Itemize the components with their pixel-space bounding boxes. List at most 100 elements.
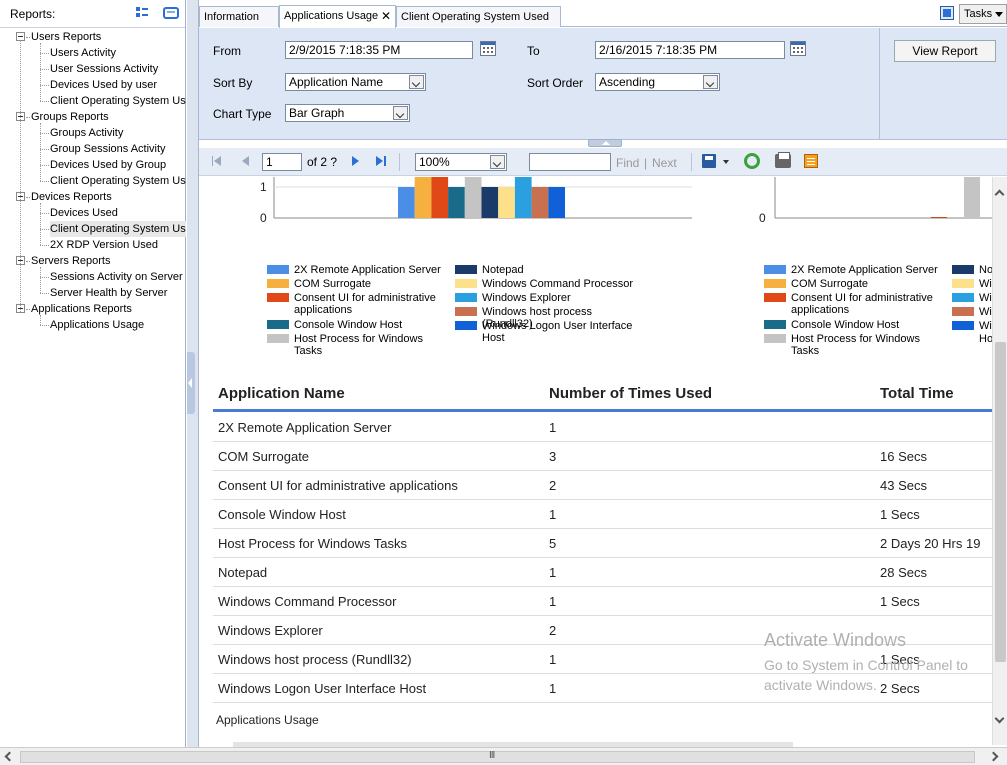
zoom-select[interactable]: 100% bbox=[415, 153, 507, 171]
activate-windows-watermark: Activate Windows Go to System in Control… bbox=[764, 630, 968, 695]
legend-swatch bbox=[455, 279, 477, 288]
find-separator: | bbox=[644, 156, 648, 170]
tree-item[interactable]: Group Sessions Activity bbox=[50, 141, 186, 157]
table-row[interactable]: Host Process for Windows Tasks 5 2 Days 20… bbox=[213, 529, 992, 558]
legend-label: Wi bbox=[979, 306, 992, 318]
table-row[interactable]: Notepad 1 28 Secs bbox=[213, 558, 992, 587]
legend-entry: Host Process for Windows Tasks bbox=[764, 333, 944, 357]
tree-item[interactable]: 2X RDP Version Used bbox=[50, 237, 186, 253]
scroll-right-icon[interactable] bbox=[988, 751, 999, 762]
tab-information[interactable]: Information bbox=[199, 6, 279, 27]
to-date-input[interactable]: 2/16/2015 7:18:35 PM bbox=[595, 41, 785, 59]
y-tick-label: 1 bbox=[260, 180, 267, 194]
chart-type-label: Chart Type bbox=[213, 107, 272, 121]
tree-group[interactable]: Devices Reports bbox=[31, 189, 112, 205]
chevron-down-icon[interactable] bbox=[490, 155, 505, 169]
next-page-icon[interactable] bbox=[350, 155, 362, 167]
tasks-button[interactable]: Tasks bbox=[959, 4, 1007, 24]
first-page-icon[interactable] bbox=[212, 155, 224, 167]
scroll-down-icon[interactable] bbox=[994, 713, 1005, 724]
tree-item[interactable]: Client Operating System Usage bbox=[50, 93, 186, 109]
previous-page-icon[interactable] bbox=[240, 155, 252, 167]
scroll-thumb[interactable] bbox=[995, 342, 1006, 662]
table-row[interactable]: Windows Command Processor 1 1 Secs bbox=[213, 587, 992, 616]
find-next-link[interactable]: Next bbox=[652, 156, 677, 170]
legend-swatch bbox=[952, 307, 974, 316]
table-row[interactable]: COM Surrogate 3 16 Secs bbox=[213, 442, 992, 471]
column-header-application-name[interactable]: Application Name bbox=[218, 385, 345, 402]
bar bbox=[481, 187, 499, 218]
tree-item[interactable]: Client Operating System Usage bbox=[50, 221, 186, 237]
tree-item[interactable]: User Sessions Activity bbox=[50, 61, 186, 77]
table-row[interactable]: Console Window Host 1 1 Secs bbox=[213, 500, 992, 529]
tree-item[interactable]: Sessions Activity on Server bbox=[50, 269, 186, 285]
tree-group[interactable]: Applications Reports bbox=[31, 301, 132, 317]
last-page-icon[interactable] bbox=[375, 155, 387, 167]
tree-item[interactable]: Devices Used by Group bbox=[50, 157, 186, 173]
cell-application-name: Consent UI for administrative applicatio… bbox=[218, 478, 458, 493]
chevron-down-icon[interactable] bbox=[393, 106, 408, 120]
scroll-thumb[interactable] bbox=[20, 750, 975, 763]
legend-label: Wi bbox=[979, 278, 992, 290]
tree-connector bbox=[40, 229, 49, 230]
tab-applications-usage[interactable]: Applications Usage ✕ bbox=[279, 5, 396, 28]
tree-group[interactable]: Servers Reports bbox=[31, 253, 110, 269]
collapse-left-panel-icon[interactable] bbox=[187, 352, 195, 414]
tree-item[interactable]: Groups Activity bbox=[50, 125, 186, 141]
tree-view-icon[interactable] bbox=[135, 6, 149, 20]
legend-label: No bbox=[979, 264, 992, 276]
close-tab-icon[interactable]: ✕ bbox=[381, 6, 391, 26]
tree-group[interactable]: Users Reports bbox=[31, 29, 101, 45]
report-tree-panel: Reports: Users Reports Users Activity User… bbox=[0, 0, 186, 747]
tree-item[interactable]: Client Operating System Usage bbox=[50, 173, 186, 189]
sort-order-value: Ascending bbox=[599, 75, 656, 89]
print-layout-icon[interactable] bbox=[804, 154, 818, 168]
sort-by-select[interactable]: Application Name bbox=[285, 73, 426, 91]
refresh-icon[interactable] bbox=[744, 153, 760, 169]
scroll-left-icon[interactable] bbox=[4, 751, 15, 762]
tab-client-operating-system-used[interactable]: Client Operating System Used bbox=[396, 6, 561, 27]
find-link[interactable]: Find bbox=[616, 156, 639, 170]
panel-splitter[interactable] bbox=[187, 0, 199, 747]
chevron-down-icon[interactable] bbox=[409, 75, 424, 89]
tree-connector bbox=[40, 85, 49, 86]
cell-application-name: Windows host process (Rundll32) bbox=[218, 652, 412, 667]
chart-type-select[interactable]: Bar Graph bbox=[285, 104, 410, 122]
refresh-tree-icon[interactable] bbox=[163, 7, 179, 19]
chevron-down-icon[interactable] bbox=[703, 75, 718, 89]
from-date-input[interactable]: 2/9/2015 7:18:35 PM bbox=[285, 41, 473, 59]
tree-connector bbox=[40, 101, 49, 102]
legend-entry: Windows Command Processor bbox=[455, 278, 640, 290]
tree-item[interactable]: Devices Used bbox=[50, 205, 186, 221]
tasks-label: Tasks bbox=[964, 8, 993, 20]
calendar-icon[interactable] bbox=[480, 41, 496, 56]
collapse-parameters-icon[interactable] bbox=[588, 139, 622, 147]
window-icon[interactable] bbox=[940, 6, 954, 20]
tree-item[interactable]: Applications Usage bbox=[50, 317, 186, 333]
table-row[interactable]: Consent UI for administrative applicatio… bbox=[213, 471, 992, 500]
table-row[interactable]: 2X Remote Application Server 1 bbox=[213, 413, 992, 442]
view-report-button[interactable]: View Report bbox=[894, 40, 996, 62]
chevron-down-icon[interactable] bbox=[723, 160, 729, 164]
tree-item[interactable]: Server Health by Server bbox=[50, 285, 186, 301]
legend-label: Host Process for Windows Tasks bbox=[791, 333, 920, 357]
tree-item[interactable]: Users Activity bbox=[50, 45, 186, 61]
legend-swatch bbox=[952, 321, 974, 330]
export-icon[interactable] bbox=[702, 154, 716, 168]
legend-label: Consent UI for administrative applicatio… bbox=[294, 292, 436, 316]
column-header-times-used[interactable]: Number of Times Used bbox=[549, 385, 712, 402]
vertical-scrollbar[interactable] bbox=[992, 177, 1007, 745]
calendar-icon[interactable] bbox=[790, 41, 806, 56]
bar bbox=[414, 177, 432, 218]
sort-order-select[interactable]: Ascending bbox=[595, 73, 720, 91]
tree-group[interactable]: Groups Reports bbox=[31, 109, 109, 125]
print-icon[interactable] bbox=[775, 152, 791, 168]
scroll-up-icon[interactable] bbox=[994, 189, 1005, 200]
find-input[interactable] bbox=[529, 153, 611, 171]
tree-item[interactable]: Devices Used by user bbox=[50, 77, 186, 93]
column-header-total-time[interactable]: Total Time bbox=[880, 385, 954, 402]
horizontal-scrollbar[interactable] bbox=[0, 747, 1007, 765]
cell-times-used: 1 bbox=[549, 681, 557, 696]
cell-total-time: 1 Secs bbox=[880, 594, 920, 609]
page-number-input[interactable]: 1 bbox=[262, 153, 302, 171]
